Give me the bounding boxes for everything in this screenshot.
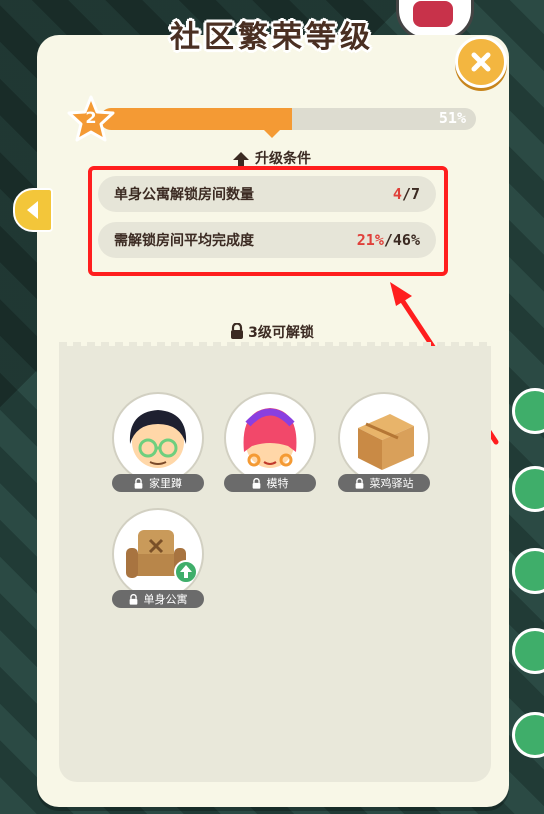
item-name: 家里蹲 — [149, 477, 182, 490]
progress-pointer — [262, 128, 282, 138]
item-name: 模特 — [266, 477, 289, 490]
condition-value: 21%/46% — [356, 231, 420, 249]
lock-icon — [355, 477, 363, 489]
item-name: 单身公寓 — [143, 593, 188, 606]
condition-label: 需解锁房间平均完成度 — [114, 233, 254, 249]
item-name-bar: 家里蹲 — [112, 474, 204, 492]
prosperity-progress-bar: 51% — [100, 108, 476, 130]
condition-row: 需解锁房间平均完成度 21%/46% — [98, 222, 436, 258]
item-name: 菜鸡驿站 — [369, 477, 414, 490]
condition-value: 4/7 — [392, 185, 420, 203]
item-portrait — [338, 392, 430, 484]
armchair-upgrade-icon — [126, 530, 198, 584]
item-portrait — [224, 392, 316, 484]
unlock-header: 3级可解锁 — [0, 322, 544, 342]
unlock-item[interactable]: 单身公寓 — [112, 508, 204, 608]
progress-fill — [100, 108, 292, 130]
chevron-left-icon — [27, 201, 38, 219]
lock-icon — [134, 477, 143, 489]
conditions-header-text: 升级条件 — [255, 151, 311, 167]
item-name-bar: 单身公寓 — [112, 590, 204, 608]
arrow-up-icon — [233, 152, 249, 166]
unlock-item[interactable]: 家里蹲 — [112, 392, 204, 492]
condition-label: 单身公寓解锁房间数量 — [114, 187, 254, 203]
progress-text: 51% — [438, 109, 466, 127]
item-name-bar: 菜鸡驿站 — [338, 474, 430, 492]
unlock-item[interactable]: 模特 — [224, 392, 316, 492]
close-button[interactable] — [455, 36, 507, 88]
unlock-header-text: 3级可解锁 — [248, 325, 314, 341]
level-number: 2 — [85, 108, 97, 127]
item-portrait — [112, 508, 204, 600]
nerd-character-icon — [129, 410, 187, 468]
unlock-item[interactable]: 菜鸡驿站 — [338, 392, 430, 492]
package-box-icon — [358, 414, 414, 470]
item-portrait — [112, 392, 204, 484]
condition-row: 单身公寓解锁房间数量 4/7 — [98, 176, 436, 212]
lock-icon — [231, 322, 244, 339]
previous-tab-button[interactable] — [13, 188, 53, 232]
conditions-header: 升级条件 — [0, 148, 544, 168]
lock-icon — [129, 593, 137, 605]
close-icon — [471, 52, 491, 72]
model-character-icon — [243, 408, 297, 468]
lock-icon — [252, 477, 260, 489]
item-name-bar: 模特 — [224, 474, 316, 492]
